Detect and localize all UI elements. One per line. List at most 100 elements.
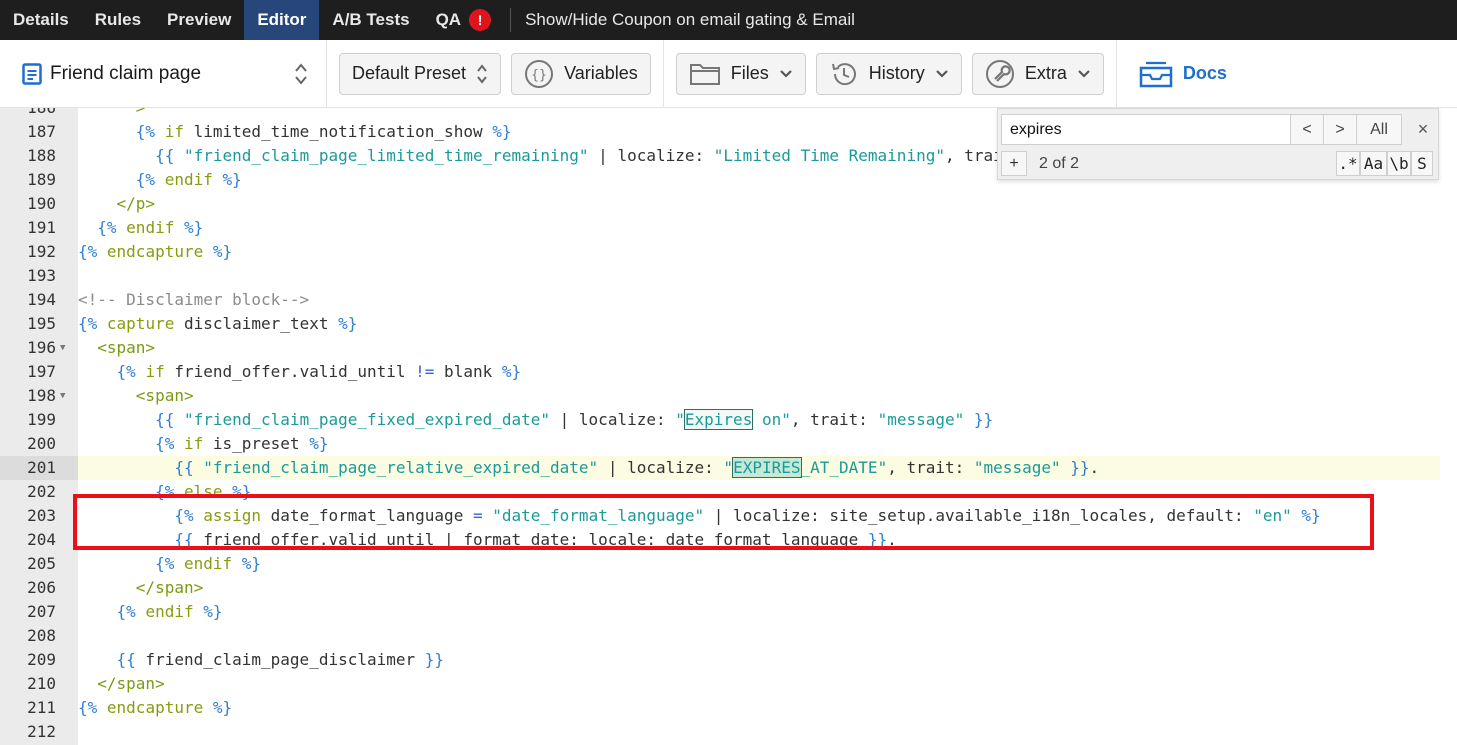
close-icon[interactable]: × — [1411, 117, 1435, 141]
code-text: {% endcapture %} — [78, 696, 1440, 720]
code-line[interactable]: 190 </p> — [0, 192, 1457, 216]
line-number: 200 — [27, 434, 56, 453]
code-line[interactable]: 199 {{ "friend_claim_page_fixed_expired_… — [0, 408, 1457, 432]
case-sensitive-toggle[interactable]: Aa — [1360, 151, 1387, 176]
code-line[interactable]: 211 {% endcapture %} — [0, 696, 1457, 720]
line-number: 197 — [27, 362, 56, 381]
code-token: {{ — [174, 458, 194, 477]
whole-word-toggle[interactable]: \b — [1387, 151, 1411, 176]
line-number: 209 — [27, 650, 56, 669]
code-line[interactable]: 195 {% capture disclaimer_text %} — [0, 312, 1457, 336]
line-number: 186 — [0, 108, 78, 120]
find-next-button[interactable]: > — [1323, 114, 1357, 145]
code-text: {% endif %} — [78, 552, 1440, 576]
chevron-down-icon — [936, 69, 948, 78]
code-token: </p> — [116, 194, 156, 213]
code-editor[interactable]: 186 >187 {% if limited_time_notification… — [0, 108, 1457, 745]
find-previous-button[interactable]: < — [1290, 114, 1324, 145]
code-line[interactable]: 193 — [0, 264, 1457, 288]
code-line[interactable]: 194 <!-- Disclaimer block--> — [0, 288, 1457, 312]
preset-select[interactable]: Default Preset — [339, 52, 502, 95]
tab-editor[interactable]: Editor — [244, 0, 320, 40]
fold-toggle-icon[interactable]: ▼ — [60, 384, 72, 408]
docs-link[interactable]: Docs — [1117, 60, 1227, 88]
code-token: <!-- Disclaimer block--> — [78, 290, 310, 309]
code-line[interactable]: 206 </span> — [0, 576, 1457, 600]
toggle-replace-button[interactable]: + — [1001, 151, 1027, 176]
history-icon — [831, 62, 856, 85]
chevron-down-icon — [1078, 69, 1090, 78]
code-text: {{ friend_claim_page_disclaimer }} — [78, 648, 1440, 672]
campaign-title: Show/Hide Coupon on email gating & Email — [525, 10, 855, 29]
code-line[interactable]: 212 — [0, 720, 1457, 744]
line-number: 187 — [27, 122, 56, 141]
code-line[interactable]: 210 </span> — [0, 672, 1457, 696]
regex-toggle[interactable]: .* — [1336, 151, 1360, 176]
code-token: %} — [492, 122, 512, 141]
search-in-selection-toggle[interactable]: S — [1411, 151, 1433, 176]
wrench-icon — [985, 59, 1014, 88]
code-token: , trait: — [790, 410, 878, 429]
find-panel: expires < > All × + 2 of 2 .* Aa \b S — [997, 108, 1439, 180]
code-text: {% capture disclaimer_text %} — [78, 312, 1440, 336]
tab-preview[interactable]: Preview — [154, 0, 244, 40]
code-line[interactable]: 196 ▼ <span> — [0, 336, 1457, 360]
code-text: {% endif %} — [78, 600, 1440, 624]
fold-toggle-icon[interactable]: ▼ — [60, 336, 72, 360]
code-line[interactable]: 191 {% endif %} — [0, 216, 1457, 240]
code-line[interactable]: 208 — [0, 624, 1457, 648]
code-token: {% — [97, 218, 117, 237]
code-line[interactable]: 201 {{ "friend_claim_page_relative_expir… — [0, 456, 1457, 480]
code-token: {{ — [155, 410, 175, 429]
code-token: }} — [973, 410, 994, 429]
line-number: 199 — [27, 410, 56, 429]
code-line[interactable]: 205 {% endif %} — [0, 552, 1457, 576]
history-button[interactable]: History — [815, 52, 962, 95]
code-line[interactable]: 200 {% if is_preset %} — [0, 432, 1457, 456]
code-token: endif — [145, 602, 194, 621]
up-down-icon — [295, 62, 307, 85]
tab-qa[interactable]: QA ! — [423, 0, 505, 40]
code-token: endcapture — [106, 698, 204, 717]
code-line[interactable]: 197 {% if friend_offer.valid_until != bl… — [0, 360, 1457, 384]
extra-button[interactable]: Extra — [971, 52, 1104, 95]
search-input[interactable]: expires — [1001, 114, 1291, 145]
tab-ab-tests[interactable]: A/B Tests — [319, 0, 422, 40]
preset-select-label: Default Preset — [352, 63, 467, 83]
code-token: {{ — [155, 146, 175, 165]
chevron-down-icon — [780, 69, 792, 78]
code-token: disclaimer_text — [174, 314, 339, 333]
code-line[interactable]: 207 {% endif %} — [0, 600, 1457, 624]
page-select[interactable]: Friend claim page — [0, 39, 327, 108]
code-line[interactable]: 198 ▼ <span> — [0, 384, 1457, 408]
file-tools-group: Files History Extra — [664, 39, 1117, 108]
code-token: endif — [183, 554, 233, 573]
line-number: 212 — [27, 722, 56, 741]
tab-details[interactable]: Details — [0, 0, 82, 40]
find-all-button[interactable]: All — [1356, 114, 1402, 145]
code-text: {% if friend_offer.valid_until != blank … — [78, 360, 1440, 384]
line-number: 195 — [27, 314, 56, 333]
tab-rules[interactable]: Rules — [82, 0, 154, 40]
line-number: 202 — [27, 482, 56, 501]
code-text: </p> — [78, 192, 1440, 216]
code-token: limited_time_notification_show — [183, 122, 493, 141]
code-text: </span> — [78, 576, 1440, 600]
code-line[interactable]: 192 {% endcapture %} — [0, 240, 1457, 264]
variables-button[interactable]: {} Variables — [511, 52, 651, 95]
code-line[interactable]: 209 {{ friend_claim_page_disclaimer }} — [0, 648, 1457, 672]
files-button[interactable]: Files — [675, 52, 806, 95]
